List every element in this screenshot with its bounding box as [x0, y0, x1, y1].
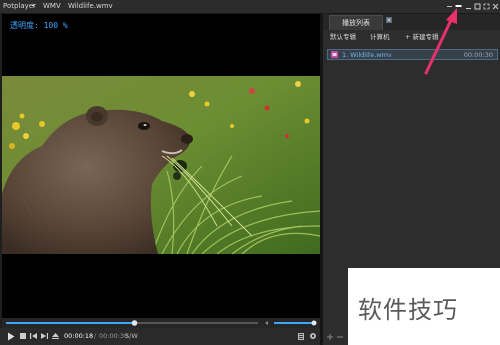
seek-handle[interactable]	[131, 320, 138, 326]
seek-bar-area	[2, 318, 320, 328]
computer-button[interactable]: 计算机	[370, 33, 390, 41]
tab-playlist[interactable]: 播放列表	[329, 15, 383, 30]
video-area[interactable]: 透明度: 100 %	[2, 14, 320, 318]
file-name: Wildlife.wmv	[68, 2, 113, 10]
seek-fill	[6, 322, 135, 324]
title-bar: Potplayer ▾ WMV Wildlife.wmv	[0, 0, 500, 14]
render-mode-label[interactable]: S/W	[125, 332, 138, 340]
compact-mode-icon[interactable]	[455, 3, 462, 10]
playlist-item-title: 1. Wildlife.wmv	[342, 51, 392, 59]
playlist-item[interactable]: 1. Wildlife.wmv 00:00:30	[327, 49, 498, 60]
settings-gear-icon[interactable]	[309, 332, 317, 340]
volume-handle[interactable]	[311, 320, 317, 326]
tab-playlist-label: 播放列表	[342, 19, 370, 27]
seek-bar[interactable]	[2, 318, 320, 328]
minimize-icon[interactable]	[465, 3, 472, 10]
eject-icon[interactable]	[52, 333, 59, 339]
video-frame-marmot	[2, 76, 320, 254]
control-bar: 00:00:18 / 00:00:30 S/W	[0, 328, 322, 345]
tab-close-icon[interactable]	[386, 17, 392, 23]
album-button-row: 默认专辑 计算机 + 新建专辑	[323, 30, 500, 44]
watermark-box: 软件技巧	[348, 268, 500, 345]
format-label: WMV	[43, 2, 61, 10]
playlist-item-duration: 00:00:30	[463, 51, 493, 59]
fullscreen-icon[interactable]	[483, 3, 490, 10]
watermark-text: 软件技巧	[358, 296, 458, 324]
osd-opacity-text: 透明度: 100 %	[10, 21, 68, 30]
pin-icon[interactable]	[446, 3, 453, 10]
playlist-tab-bar: 播放列表	[323, 14, 500, 30]
playlist-toggle-icon[interactable]	[298, 333, 304, 340]
play-icon[interactable]	[7, 332, 15, 341]
default-album-button[interactable]: 默认专辑	[330, 33, 356, 41]
chevron-down-icon[interactable]: ▾	[32, 1, 35, 12]
current-time: 00:00:18	[64, 332, 94, 340]
volume-speaker-icon[interactable]	[265, 321, 268, 325]
stop-icon[interactable]	[20, 333, 26, 339]
remove-icon[interactable]	[337, 334, 343, 340]
video-file-icon	[331, 51, 338, 58]
total-time: 00:00:30	[99, 332, 129, 340]
close-icon[interactable]	[492, 3, 499, 10]
add-icon[interactable]	[327, 334, 333, 340]
volume-fill	[274, 322, 314, 324]
time-separator: /	[94, 332, 97, 340]
previous-icon[interactable]	[30, 333, 37, 339]
next-icon[interactable]	[41, 333, 48, 339]
maximize-icon[interactable]	[474, 3, 481, 10]
new-album-button[interactable]: + 新建专辑	[405, 33, 439, 41]
